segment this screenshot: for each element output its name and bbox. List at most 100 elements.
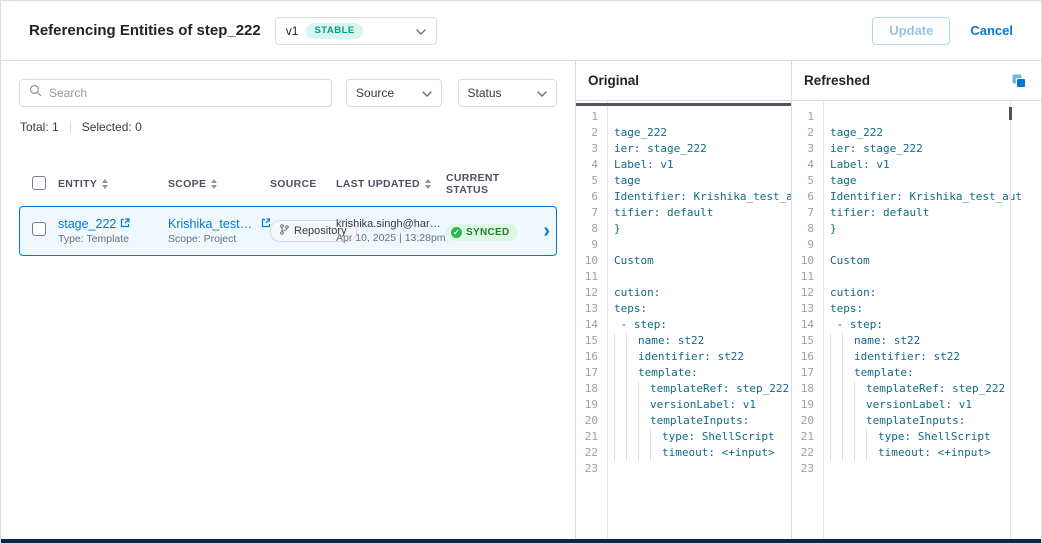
code-line: 6 Identifier: Krishika_test_aut — [576, 189, 791, 205]
code-text: Identifier: Krishika_test_aut — [830, 189, 1022, 205]
column-current-status: CURRENT STATUS — [446, 172, 540, 196]
page-title: Referencing Entities of step_222 — [29, 22, 261, 39]
indent-guide — [830, 445, 842, 461]
status-filter-dropdown[interactable]: Status — [458, 79, 557, 107]
original-title: Original — [588, 73, 639, 88]
line-number: 21 — [576, 429, 606, 445]
indent-guide — [842, 397, 854, 413]
code-text: Label: v1 — [614, 157, 674, 173]
sort-icon[interactable] — [102, 179, 108, 189]
indent-guide — [638, 429, 650, 445]
line-number: 13 — [792, 301, 822, 317]
horizontal-scrollbar[interactable] — [576, 103, 791, 106]
status-filter-label: Status — [468, 86, 502, 100]
code-text: templateInputs: — [614, 413, 749, 429]
code-text: templateInputs: — [830, 413, 965, 429]
line-number: 15 — [576, 333, 606, 349]
indent-guide — [626, 349, 638, 365]
chevron-down-icon — [537, 86, 547, 100]
original-code-editor[interactable]: 12tage_2223ier: stage_2224Label: v15tage… — [576, 101, 791, 544]
refreshed-code-editor[interactable]: 12 tage_2223ier: stage_2224Label: v15tage… — [792, 101, 1041, 544]
line-number: 2 — [792, 125, 822, 141]
code-line: 3ier: stage_222 — [792, 141, 1041, 157]
code-line: 1 — [792, 109, 1041, 125]
scope-cell: Krishika_test_au... Scope: Project — [168, 217, 270, 245]
line-number: 3 — [576, 141, 606, 157]
indent-guide — [638, 397, 650, 413]
code-text: } — [614, 221, 621, 237]
scope-link[interactable]: Krishika_test_au... — [168, 217, 270, 231]
line-number: 1 — [792, 109, 822, 125]
code-line: 15name: st22 — [792, 333, 1041, 349]
indent-guide — [830, 381, 842, 397]
code-text: Custom — [614, 253, 654, 269]
code-line: 16identifier: st22 — [576, 349, 791, 365]
line-number: 14 — [792, 317, 822, 333]
total-count: Total: 1 — [20, 120, 59, 134]
table-row[interactable]: stage_222 Type: Template Krishika_test_a… — [19, 206, 557, 256]
version-selector[interactable]: v1 STABLE — [275, 17, 437, 45]
indent-guide — [614, 413, 626, 429]
git-repo-icon — [280, 224, 289, 238]
code-line: 21type: ShellScript — [792, 429, 1041, 445]
line-number: 22 — [576, 445, 606, 461]
chevron-down-icon — [422, 86, 432, 100]
line-number: 9 — [576, 237, 606, 253]
code-text: tage — [830, 173, 857, 189]
line-number: 6 — [576, 189, 606, 205]
code-line: 5tage — [792, 173, 1041, 189]
indent-guide — [842, 429, 854, 445]
copy-icon[interactable] — [1011, 73, 1027, 89]
line-number: 16 — [792, 349, 822, 365]
external-link-icon[interactable] — [120, 217, 130, 231]
line-number: 19 — [792, 397, 822, 413]
line-number: 4 — [792, 157, 822, 173]
code-line: 6Identifier: Krishika_test_aut — [792, 189, 1041, 205]
indent-guide — [866, 429, 878, 445]
code-text: Identifier: Krishika_test_aut — [614, 189, 791, 205]
indent-guide — [842, 413, 854, 429]
source-filter-label: Source — [356, 86, 394, 100]
vertical-scrollbar[interactable] — [1009, 107, 1012, 120]
search-box[interactable] — [19, 79, 332, 107]
line-number: 15 — [792, 333, 822, 349]
search-input[interactable] — [49, 86, 322, 100]
indent-guide — [650, 445, 662, 461]
code-text: cution: — [830, 285, 876, 301]
code-text: template: — [830, 365, 914, 381]
code-text: name: st22 — [614, 333, 704, 349]
source-filter-dropdown[interactable]: Source — [346, 79, 442, 107]
gutter-divider — [607, 101, 608, 544]
sort-icon[interactable] — [211, 179, 217, 189]
update-button[interactable]: Update — [872, 17, 950, 45]
line-number: 12 — [792, 285, 822, 301]
code-line: 22timeout: <+input> — [792, 445, 1041, 461]
indent-guide — [854, 413, 866, 429]
select-all-checkbox[interactable] — [32, 176, 46, 190]
indent-guide — [842, 333, 854, 349]
line-number: 23 — [792, 461, 822, 477]
indent-guide — [614, 429, 626, 445]
code-line: 4Label: v1 — [792, 157, 1041, 173]
sort-icon[interactable] — [425, 179, 431, 189]
row-checkbox[interactable] — [32, 222, 46, 236]
chevron-right-icon[interactable]: › — [534, 221, 550, 241]
cancel-button[interactable]: Cancel — [970, 23, 1013, 38]
indent-guide — [626, 413, 638, 429]
updated-by: krishika.singh@harnes... — [336, 218, 446, 230]
indent-guide — [626, 445, 638, 461]
code-text: tage_222 — [830, 125, 883, 141]
version-label: v1 — [286, 24, 299, 38]
refreshed-panel: Refreshed 12tage_2223ier: stage_2224Labe… — [792, 61, 1041, 544]
indent-guide — [830, 429, 842, 445]
code-line: 13teps: — [576, 301, 791, 317]
line-number: 3 — [792, 141, 822, 157]
filter-bar: Source Status — [1, 79, 575, 107]
entity-link[interactable]: stage_222 — [58, 217, 168, 231]
code-line: 7tifier: default — [576, 205, 791, 221]
external-link-icon[interactable] — [261, 217, 270, 231]
indent-guide — [842, 349, 854, 365]
line-number: 4 — [576, 157, 606, 173]
code-line: 20templateInputs: — [792, 413, 1041, 429]
code-text: tifier: default — [614, 205, 713, 221]
